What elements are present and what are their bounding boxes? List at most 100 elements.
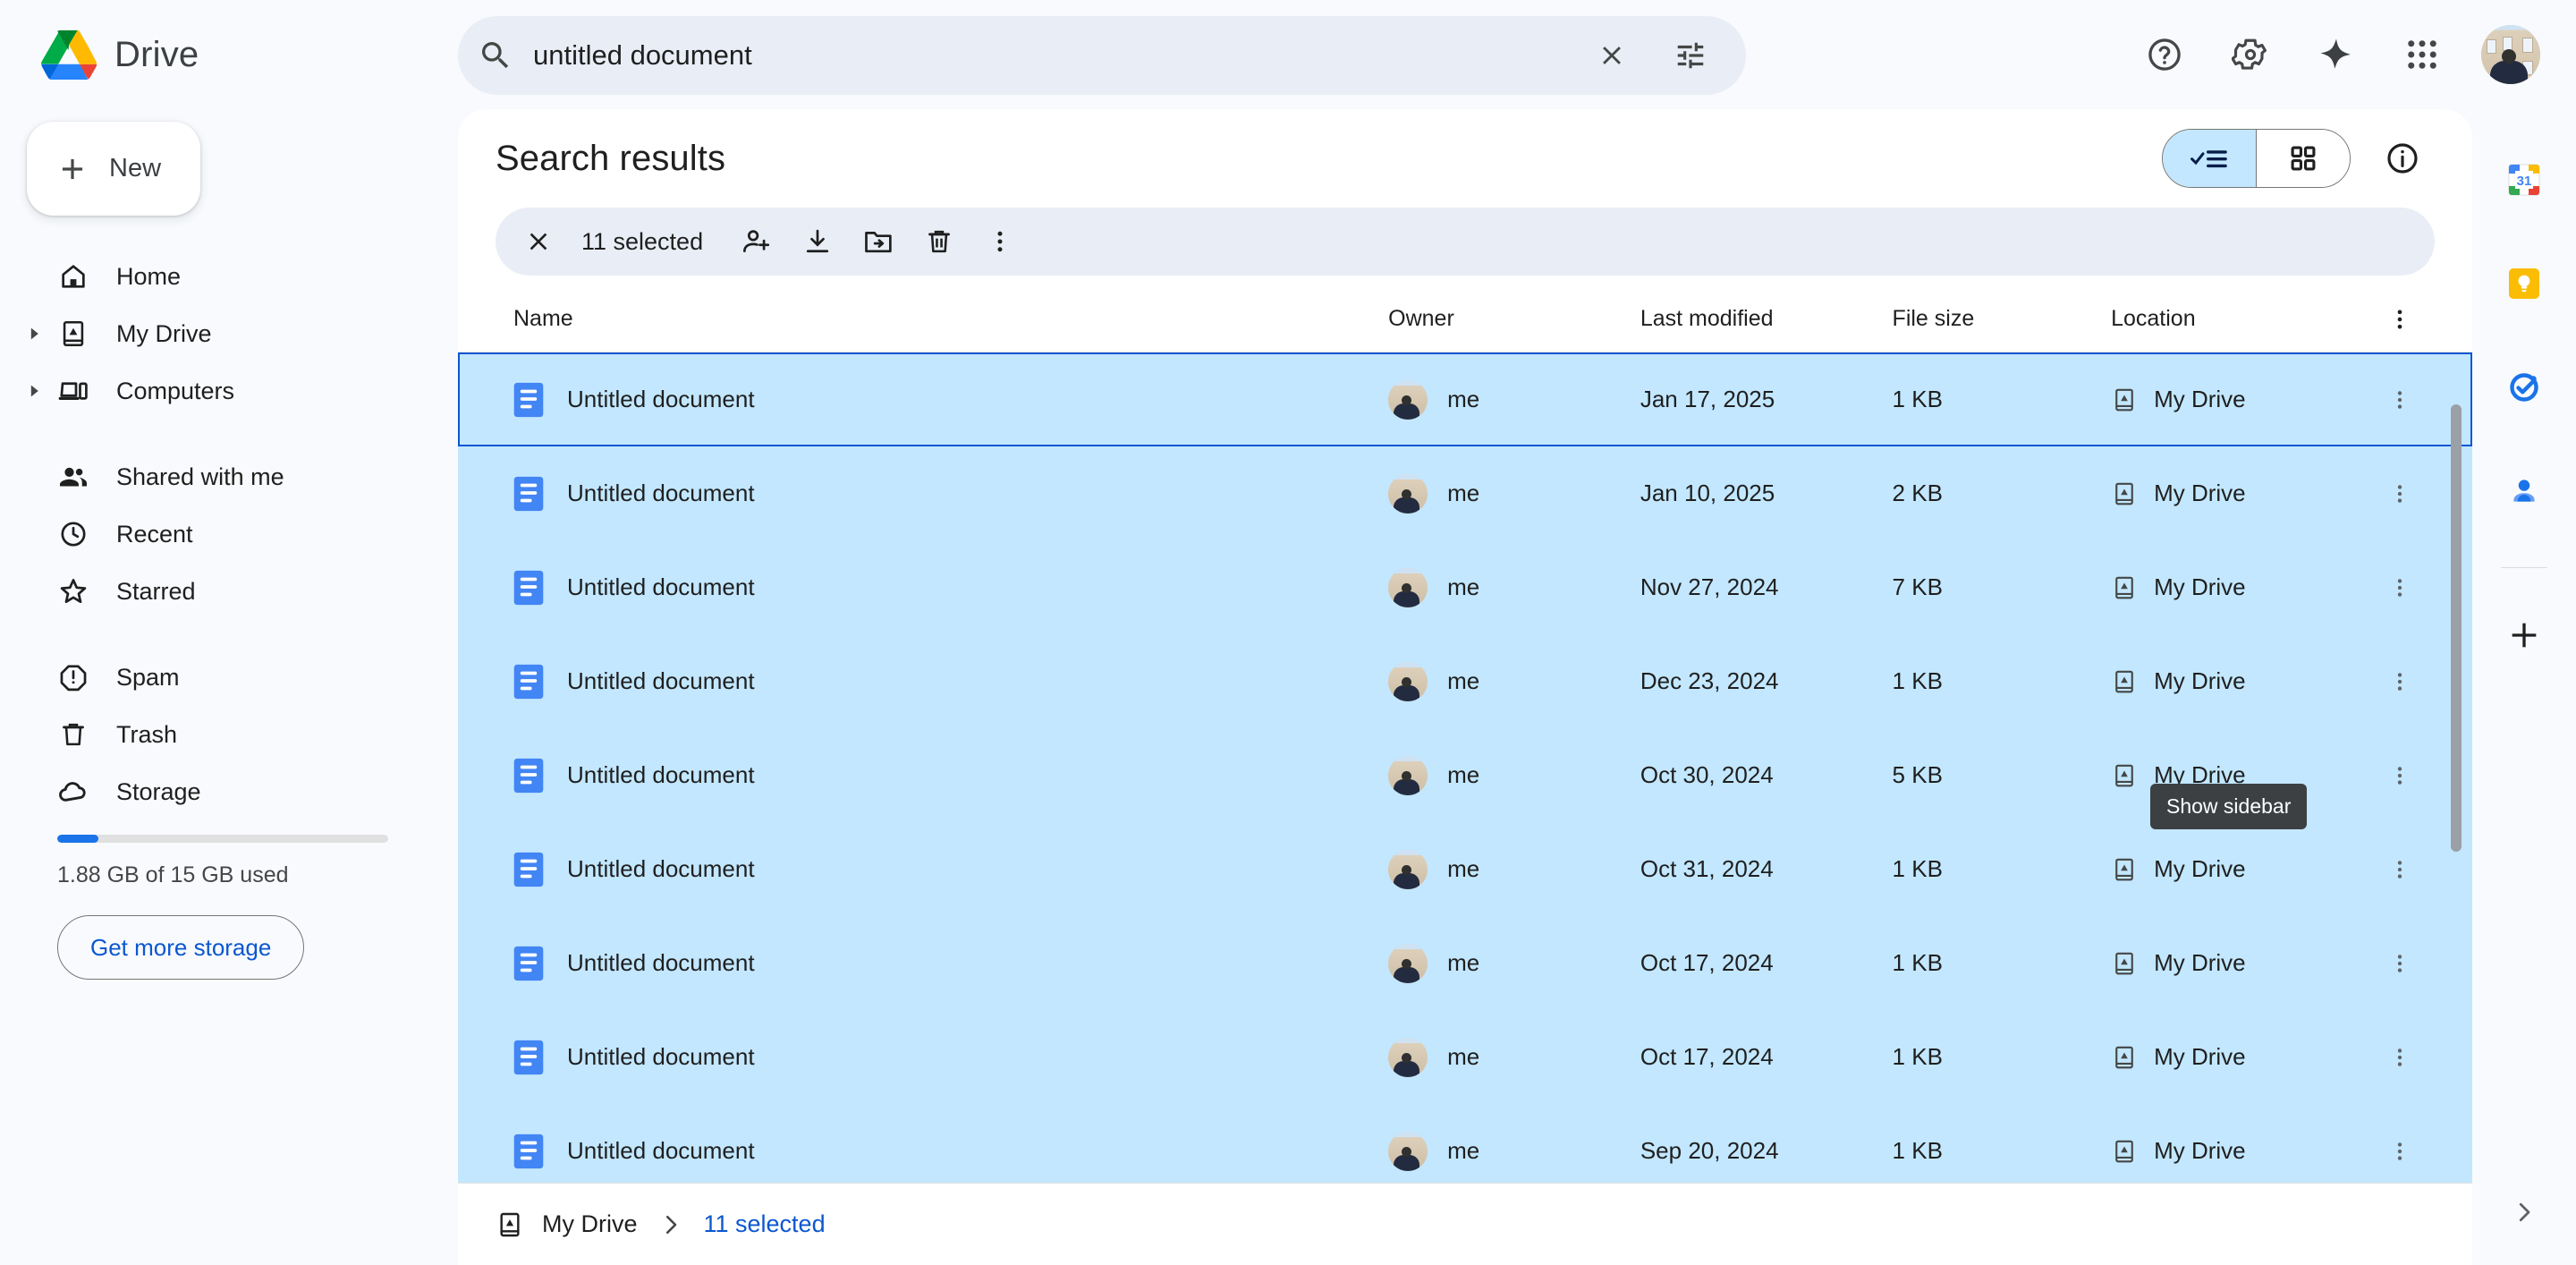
google-contacts-icon[interactable] bbox=[2489, 456, 2559, 526]
more-vert-icon[interactable] bbox=[970, 211, 1030, 272]
location-cell[interactable]: My Drive bbox=[2111, 667, 2365, 695]
file-name-cell[interactable]: Untitled document bbox=[496, 570, 1388, 606]
table-row[interactable]: Untitled document me Nov 27, 2024 7 KB M… bbox=[458, 540, 2472, 634]
show-side-panel-button[interactable] bbox=[2493, 1181, 2555, 1244]
sidebar-item-trash[interactable]: Trash bbox=[0, 706, 436, 763]
more-vert-icon bbox=[2397, 578, 2402, 597]
owner-cell: me bbox=[1388, 1131, 1640, 1171]
breadcrumb-current-selection[interactable]: 11 selected bbox=[704, 1210, 826, 1238]
file-name-cell[interactable]: Untitled document bbox=[496, 382, 1388, 418]
expand-caret-icon[interactable] bbox=[18, 327, 50, 341]
file-name-cell[interactable]: Untitled document bbox=[496, 1040, 1388, 1075]
file-name-cell[interactable]: Untitled document bbox=[496, 476, 1388, 512]
table-row[interactable]: Untitled document me Oct 17, 2024 1 KB M… bbox=[458, 1010, 2472, 1104]
trash-icon bbox=[50, 719, 97, 750]
more-vert-icon bbox=[2397, 484, 2402, 503]
plus-icon bbox=[62, 158, 83, 179]
breadcrumb-my-drive[interactable]: My Drive bbox=[496, 1210, 638, 1239]
owner-avatar bbox=[1388, 1131, 1428, 1171]
sidebar-item-recent[interactable]: Recent bbox=[0, 505, 436, 563]
search-icon[interactable] bbox=[458, 16, 533, 95]
clear-selection-button[interactable] bbox=[508, 211, 569, 272]
owner-avatar bbox=[1388, 943, 1428, 983]
row-more-actions-button[interactable] bbox=[2373, 843, 2427, 896]
sidebar-item-my-drive[interactable]: My Drive bbox=[0, 305, 436, 362]
sidebar-item-home[interactable]: Home bbox=[0, 248, 436, 305]
row-more-actions-button[interactable] bbox=[2373, 655, 2427, 709]
location-cell[interactable]: My Drive bbox=[2111, 1137, 2365, 1165]
my-drive-icon bbox=[2115, 764, 2133, 786]
avatar[interactable] bbox=[2481, 25, 2540, 84]
table-row[interactable]: Untitled document me Jan 10, 2025 2 KB M… bbox=[458, 446, 2472, 540]
computers-icon bbox=[50, 375, 97, 407]
column-header-filesize[interactable]: File size bbox=[1893, 306, 2112, 332]
brand[interactable]: Drive bbox=[41, 30, 417, 80]
clear-search-button[interactable] bbox=[1572, 16, 1651, 95]
sidebar-item-starred[interactable]: Starred bbox=[0, 563, 436, 620]
search-options-button[interactable] bbox=[1651, 16, 1730, 95]
settings-gear-icon[interactable] bbox=[2211, 15, 2290, 94]
table-row[interactable]: Untitled document me Oct 31, 2024 1 KB M… bbox=[458, 822, 2472, 916]
move-folder-icon[interactable] bbox=[848, 211, 909, 272]
google-docs-icon bbox=[513, 946, 544, 981]
location-cell[interactable]: My Drive bbox=[2111, 1043, 2365, 1071]
file-name-cell[interactable]: Untitled document bbox=[496, 946, 1388, 981]
table-row[interactable]: Untitled document me Oct 17, 2024 1 KB M… bbox=[458, 916, 2472, 1010]
sidebar-item-label: Home bbox=[116, 262, 182, 290]
row-more-actions-button[interactable] bbox=[2373, 373, 2427, 427]
sidebar-item-shared-with-me[interactable]: Shared with me bbox=[0, 448, 436, 505]
google-tasks-icon[interactable] bbox=[2489, 352, 2559, 422]
download-icon[interactable] bbox=[787, 211, 848, 272]
sidebar-item-spam[interactable]: Spam bbox=[0, 649, 436, 706]
search-input[interactable] bbox=[533, 29, 1572, 82]
file-name-label: Untitled document bbox=[567, 761, 755, 788]
my-drive-icon bbox=[2115, 1046, 2133, 1068]
sidebar-item-storage[interactable]: Storage bbox=[0, 763, 436, 820]
add-addon-plus-icon[interactable] bbox=[2489, 600, 2559, 670]
location-cell[interactable]: My Drive bbox=[2111, 386, 2365, 413]
expand-caret-icon[interactable] bbox=[18, 384, 50, 398]
share-person-add-icon[interactable] bbox=[726, 211, 787, 272]
grid-layout-button[interactable] bbox=[2257, 130, 2350, 187]
column-header-name[interactable]: Name bbox=[496, 306, 1388, 332]
row-more-actions-button[interactable] bbox=[2373, 1125, 2427, 1178]
column-header-location[interactable]: Location bbox=[2111, 306, 2365, 332]
location-cell[interactable]: My Drive bbox=[2111, 480, 2365, 507]
owner-avatar bbox=[1388, 755, 1428, 795]
row-more-actions-button[interactable] bbox=[2373, 561, 2427, 615]
file-name-cell[interactable]: Untitled document bbox=[496, 664, 1388, 700]
table-row[interactable]: Untitled document me Dec 23, 2024 1 KB M… bbox=[458, 634, 2472, 728]
row-more-actions-button[interactable] bbox=[2373, 937, 2427, 990]
vertical-scrollbar[interactable] bbox=[2451, 404, 2462, 852]
table-row[interactable]: Untitled document me Jan 17, 2025 1 KB M… bbox=[458, 352, 2472, 446]
sidebar-item-computers[interactable]: Computers bbox=[0, 362, 436, 420]
get-more-storage-button[interactable]: Get more storage bbox=[57, 915, 305, 980]
location-cell[interactable]: My Drive bbox=[2111, 855, 2365, 883]
column-options-button[interactable] bbox=[2365, 307, 2435, 332]
file-name-label: Untitled document bbox=[567, 480, 755, 506]
gemini-sparkle-icon[interactable] bbox=[2297, 15, 2376, 94]
location-cell[interactable]: My Drive bbox=[2111, 573, 2365, 601]
file-name-cell[interactable]: Untitled document bbox=[496, 758, 1388, 794]
file-name-cell[interactable]: Untitled document bbox=[496, 1133, 1388, 1169]
google-keep-icon[interactable] bbox=[2489, 249, 2559, 318]
list-layout-button[interactable] bbox=[2163, 130, 2256, 187]
row-more-actions-button[interactable] bbox=[2373, 467, 2427, 521]
apps-grid-icon[interactable] bbox=[2383, 15, 2462, 94]
search-bar[interactable] bbox=[458, 16, 1746, 95]
trash-icon[interactable] bbox=[909, 211, 970, 272]
support-icon[interactable] bbox=[2125, 15, 2204, 94]
column-header-modified[interactable]: Last modified bbox=[1640, 306, 1893, 332]
row-more-actions-button[interactable] bbox=[2373, 749, 2427, 802]
google-calendar-icon[interactable]: 31 bbox=[2489, 145, 2559, 215]
row-more-actions-button[interactable] bbox=[2373, 1031, 2427, 1084]
view-details-button[interactable] bbox=[2370, 126, 2435, 191]
file-size-cell: 2 KB bbox=[1892, 480, 1943, 506]
sidebar-item-label: Shared with me bbox=[116, 463, 284, 490]
location-label: My Drive bbox=[2154, 573, 2246, 600]
location-cell[interactable]: My Drive bbox=[2111, 949, 2365, 977]
new-button[interactable]: New bbox=[27, 122, 200, 216]
file-name-cell[interactable]: Untitled document bbox=[496, 852, 1388, 887]
column-header-owner[interactable]: Owner bbox=[1388, 306, 1640, 332]
sidebar-item-label: Spam bbox=[116, 663, 180, 691]
